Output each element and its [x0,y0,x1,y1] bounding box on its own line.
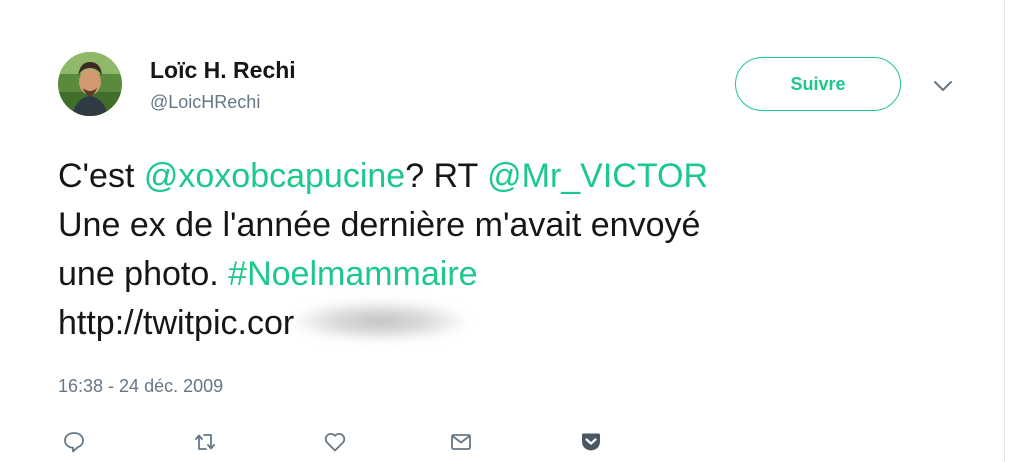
tweet-text-segment: ? RT [405,157,488,195]
right-border [1004,0,1024,462]
mention-link[interactable]: @xoxobcapucine [144,157,405,195]
tweet-line-4: http://twitpic.cor [58,299,978,348]
chevron-down-icon[interactable] [932,78,954,94]
avatar[interactable] [58,52,122,116]
hashtag-link[interactable]: #Noelmammaire [228,255,477,293]
author-name[interactable]: Loïc H. Rechi [150,57,296,84]
message-icon[interactable] [447,428,475,456]
tweet-text-segment: une photo. [58,255,229,293]
tweet-text-segment: C'est [58,157,144,195]
tweet-line-2: Une ex de l'année dernière m'avait envoy… [58,206,701,244]
blurred-redaction [295,302,466,340]
pocket-icon[interactable] [577,428,605,456]
reply-icon[interactable] [60,428,88,456]
tweet-timestamp[interactable]: 16:38 - 24 déc. 2009 [58,376,223,397]
avatar-photo [58,52,122,116]
like-icon[interactable] [321,428,349,456]
url-link[interactable]: http://twitpic.cor [58,304,294,342]
follow-button[interactable]: Suivre [735,57,901,111]
author-handle[interactable]: @LoicHRechi [150,92,260,113]
tweet-text: C'est @xoxobcapucine? RT @Mr_VICTOR Une … [58,152,978,348]
tweet-line-3: une photo. #Noelmammaire [58,250,978,299]
mention-link[interactable]: @Mr_VICTOR [487,157,708,195]
retweet-icon[interactable] [191,428,219,456]
tweet-line-1: C'est @xoxobcapucine? RT @Mr_VICTOR [58,152,978,201]
